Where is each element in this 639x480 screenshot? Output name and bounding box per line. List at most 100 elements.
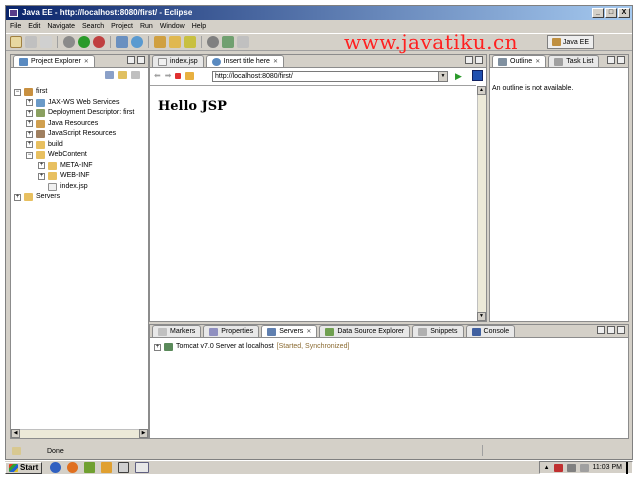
tab-outline[interactable]: Outline ✕ [492, 55, 547, 67]
tab-insert-title-here[interactable]: Insert title here ✕ [205, 55, 284, 67]
menu-navigate[interactable]: Navigate [47, 23, 75, 30]
tree-item-java-resources[interactable]: + Java Resources [14, 119, 134, 130]
minimize-view-icon[interactable] [607, 56, 615, 64]
globe-icon[interactable] [131, 36, 143, 48]
app-icon[interactable] [84, 462, 96, 473]
open-task-icon[interactable] [169, 36, 181, 48]
explorer-horizontal-scrollbar[interactable]: ◀ ▶ [11, 429, 148, 438]
browser-icon[interactable] [207, 36, 219, 48]
tree-item-jax-ws[interactable]: + JAX-WS Web Services [14, 98, 134, 109]
menu-help[interactable]: Help [192, 23, 206, 30]
forward-arrow-icon[interactable]: ➡ [165, 71, 172, 80]
perspective-java-ee[interactable]: Java EE [546, 35, 594, 49]
tab-snippets[interactable]: Snippets [412, 325, 464, 337]
window-task-icon[interactable] [135, 462, 150, 473]
volume-icon[interactable] [579, 463, 589, 472]
tree-item-meta-inf[interactable]: + META-INF [14, 161, 134, 172]
new-server-icon[interactable] [116, 36, 128, 48]
maximize-view-icon[interactable] [475, 56, 483, 64]
scroll-up-icon[interactable]: ▲ [477, 86, 486, 95]
expander-icon[interactable]: + [14, 193, 21, 201]
tab-project-explorer[interactable]: Project Explorer ✕ [13, 55, 95, 67]
tab-markers[interactable]: Markers [152, 325, 202, 337]
search-icon[interactable] [184, 36, 196, 48]
minimize-view-icon[interactable] [465, 56, 473, 64]
browser-menu-icon[interactable] [472, 70, 483, 81]
url-dropdown-icon[interactable]: ▼ [438, 72, 447, 81]
eclipse-task-icon[interactable] [118, 462, 130, 473]
tree-item-first[interactable]: − first [14, 87, 134, 98]
print-icon[interactable] [40, 36, 52, 48]
title-bar[interactable]: Java EE - http://localhost:8080/first/ -… [6, 6, 632, 20]
start-button[interactable]: Start [5, 461, 43, 474]
refresh-icon[interactable] [185, 71, 195, 80]
tree-item-webcontent[interactable]: − WebContent [14, 150, 134, 161]
collapse-all-icon[interactable] [105, 71, 114, 79]
scroll-down-icon[interactable]: ▼ [477, 312, 486, 321]
ie-icon[interactable] [50, 462, 62, 473]
debug-icon[interactable] [63, 36, 75, 48]
tree-item-deployment-descriptor[interactable]: + Deployment Descriptor: first [14, 108, 134, 119]
expander-icon[interactable]: + [26, 99, 33, 107]
firefox-icon[interactable] [67, 462, 79, 473]
close-button[interactable]: X [618, 8, 630, 18]
close-icon[interactable]: ✕ [84, 58, 89, 65]
open-type-icon[interactable] [154, 36, 166, 48]
link-editor-icon[interactable] [118, 71, 127, 79]
view-menu-icon[interactable] [131, 71, 140, 79]
expander-icon[interactable]: + [26, 130, 33, 138]
tree-item-build[interactable]: + build [14, 140, 134, 151]
stop-icon[interactable] [175, 72, 182, 79]
close-icon[interactable]: ✕ [306, 328, 311, 335]
network-icon[interactable] [566, 463, 576, 472]
scroll-left-icon[interactable]: ◀ [11, 429, 20, 438]
tab-console[interactable]: Console [465, 325, 516, 337]
maximize-view-icon[interactable] [617, 326, 625, 334]
expander-icon[interactable]: + [26, 120, 33, 128]
maximize-button[interactable]: □ [605, 8, 617, 18]
tray-icon[interactable] [553, 463, 563, 472]
save-icon[interactable] [25, 36, 37, 48]
run-icon[interactable] [78, 36, 90, 48]
expander-icon[interactable]: + [154, 343, 161, 351]
new-icon[interactable] [10, 36, 22, 48]
menu-file[interactable]: File [10, 23, 21, 30]
scroll-right-icon[interactable]: ▶ [139, 429, 148, 438]
maximize-view-icon[interactable] [617, 56, 625, 64]
menu-search[interactable]: Search [82, 23, 104, 30]
back-arrow-icon[interactable]: ⬅ [154, 71, 161, 80]
close-icon[interactable]: ✕ [535, 58, 540, 65]
menu-run[interactable]: Run [140, 23, 153, 30]
expander-icon[interactable]: + [26, 141, 33, 149]
tree-item-index-jsp[interactable]: index.jsp [14, 182, 134, 193]
minimize-view-icon[interactable] [607, 326, 615, 334]
back-icon[interactable] [237, 36, 249, 48]
tab-task-list[interactable]: Task List [548, 55, 600, 67]
menu-project[interactable]: Project [111, 23, 133, 30]
tab-index-jsp[interactable]: index.jsp [152, 55, 204, 67]
close-icon[interactable]: ✕ [273, 58, 278, 65]
expander-icon[interactable]: + [38, 162, 45, 170]
expander-icon[interactable]: + [26, 109, 33, 117]
server-row[interactable]: + Tomcat v7.0 Server at localhost [Start… [154, 342, 349, 353]
tray-expand-icon[interactable]: ▲ [544, 465, 550, 471]
minimize-button[interactable]: _ [592, 8, 604, 18]
expander-icon[interactable]: − [26, 151, 33, 159]
next-annotation-icon[interactable] [222, 36, 234, 48]
maximize-view-icon[interactable] [137, 56, 145, 64]
view-menu-icon[interactable] [597, 326, 605, 334]
minimize-view-icon[interactable] [127, 56, 135, 64]
external-tools-icon[interactable] [93, 36, 105, 48]
tree-item-javascript-resources[interactable]: + JavaScript Resources [14, 129, 134, 140]
tree-item-web-inf[interactable]: + WEB-INF [14, 171, 134, 182]
editor-vertical-scrollbar[interactable]: ▲ ▼ [477, 86, 486, 321]
expander-icon[interactable]: − [14, 88, 21, 96]
app-icon[interactable] [101, 462, 113, 473]
tab-data-source-explorer[interactable]: Data Source Explorer [319, 325, 411, 337]
tab-properties[interactable]: Properties [203, 325, 260, 337]
tree-item-servers[interactable]: + Servers [14, 192, 134, 203]
go-icon[interactable]: ▶ [455, 71, 462, 81]
expander-icon[interactable]: + [38, 172, 45, 180]
tab-servers[interactable]: Servers ✕ [261, 325, 318, 337]
menu-edit[interactable]: Edit [28, 23, 40, 30]
